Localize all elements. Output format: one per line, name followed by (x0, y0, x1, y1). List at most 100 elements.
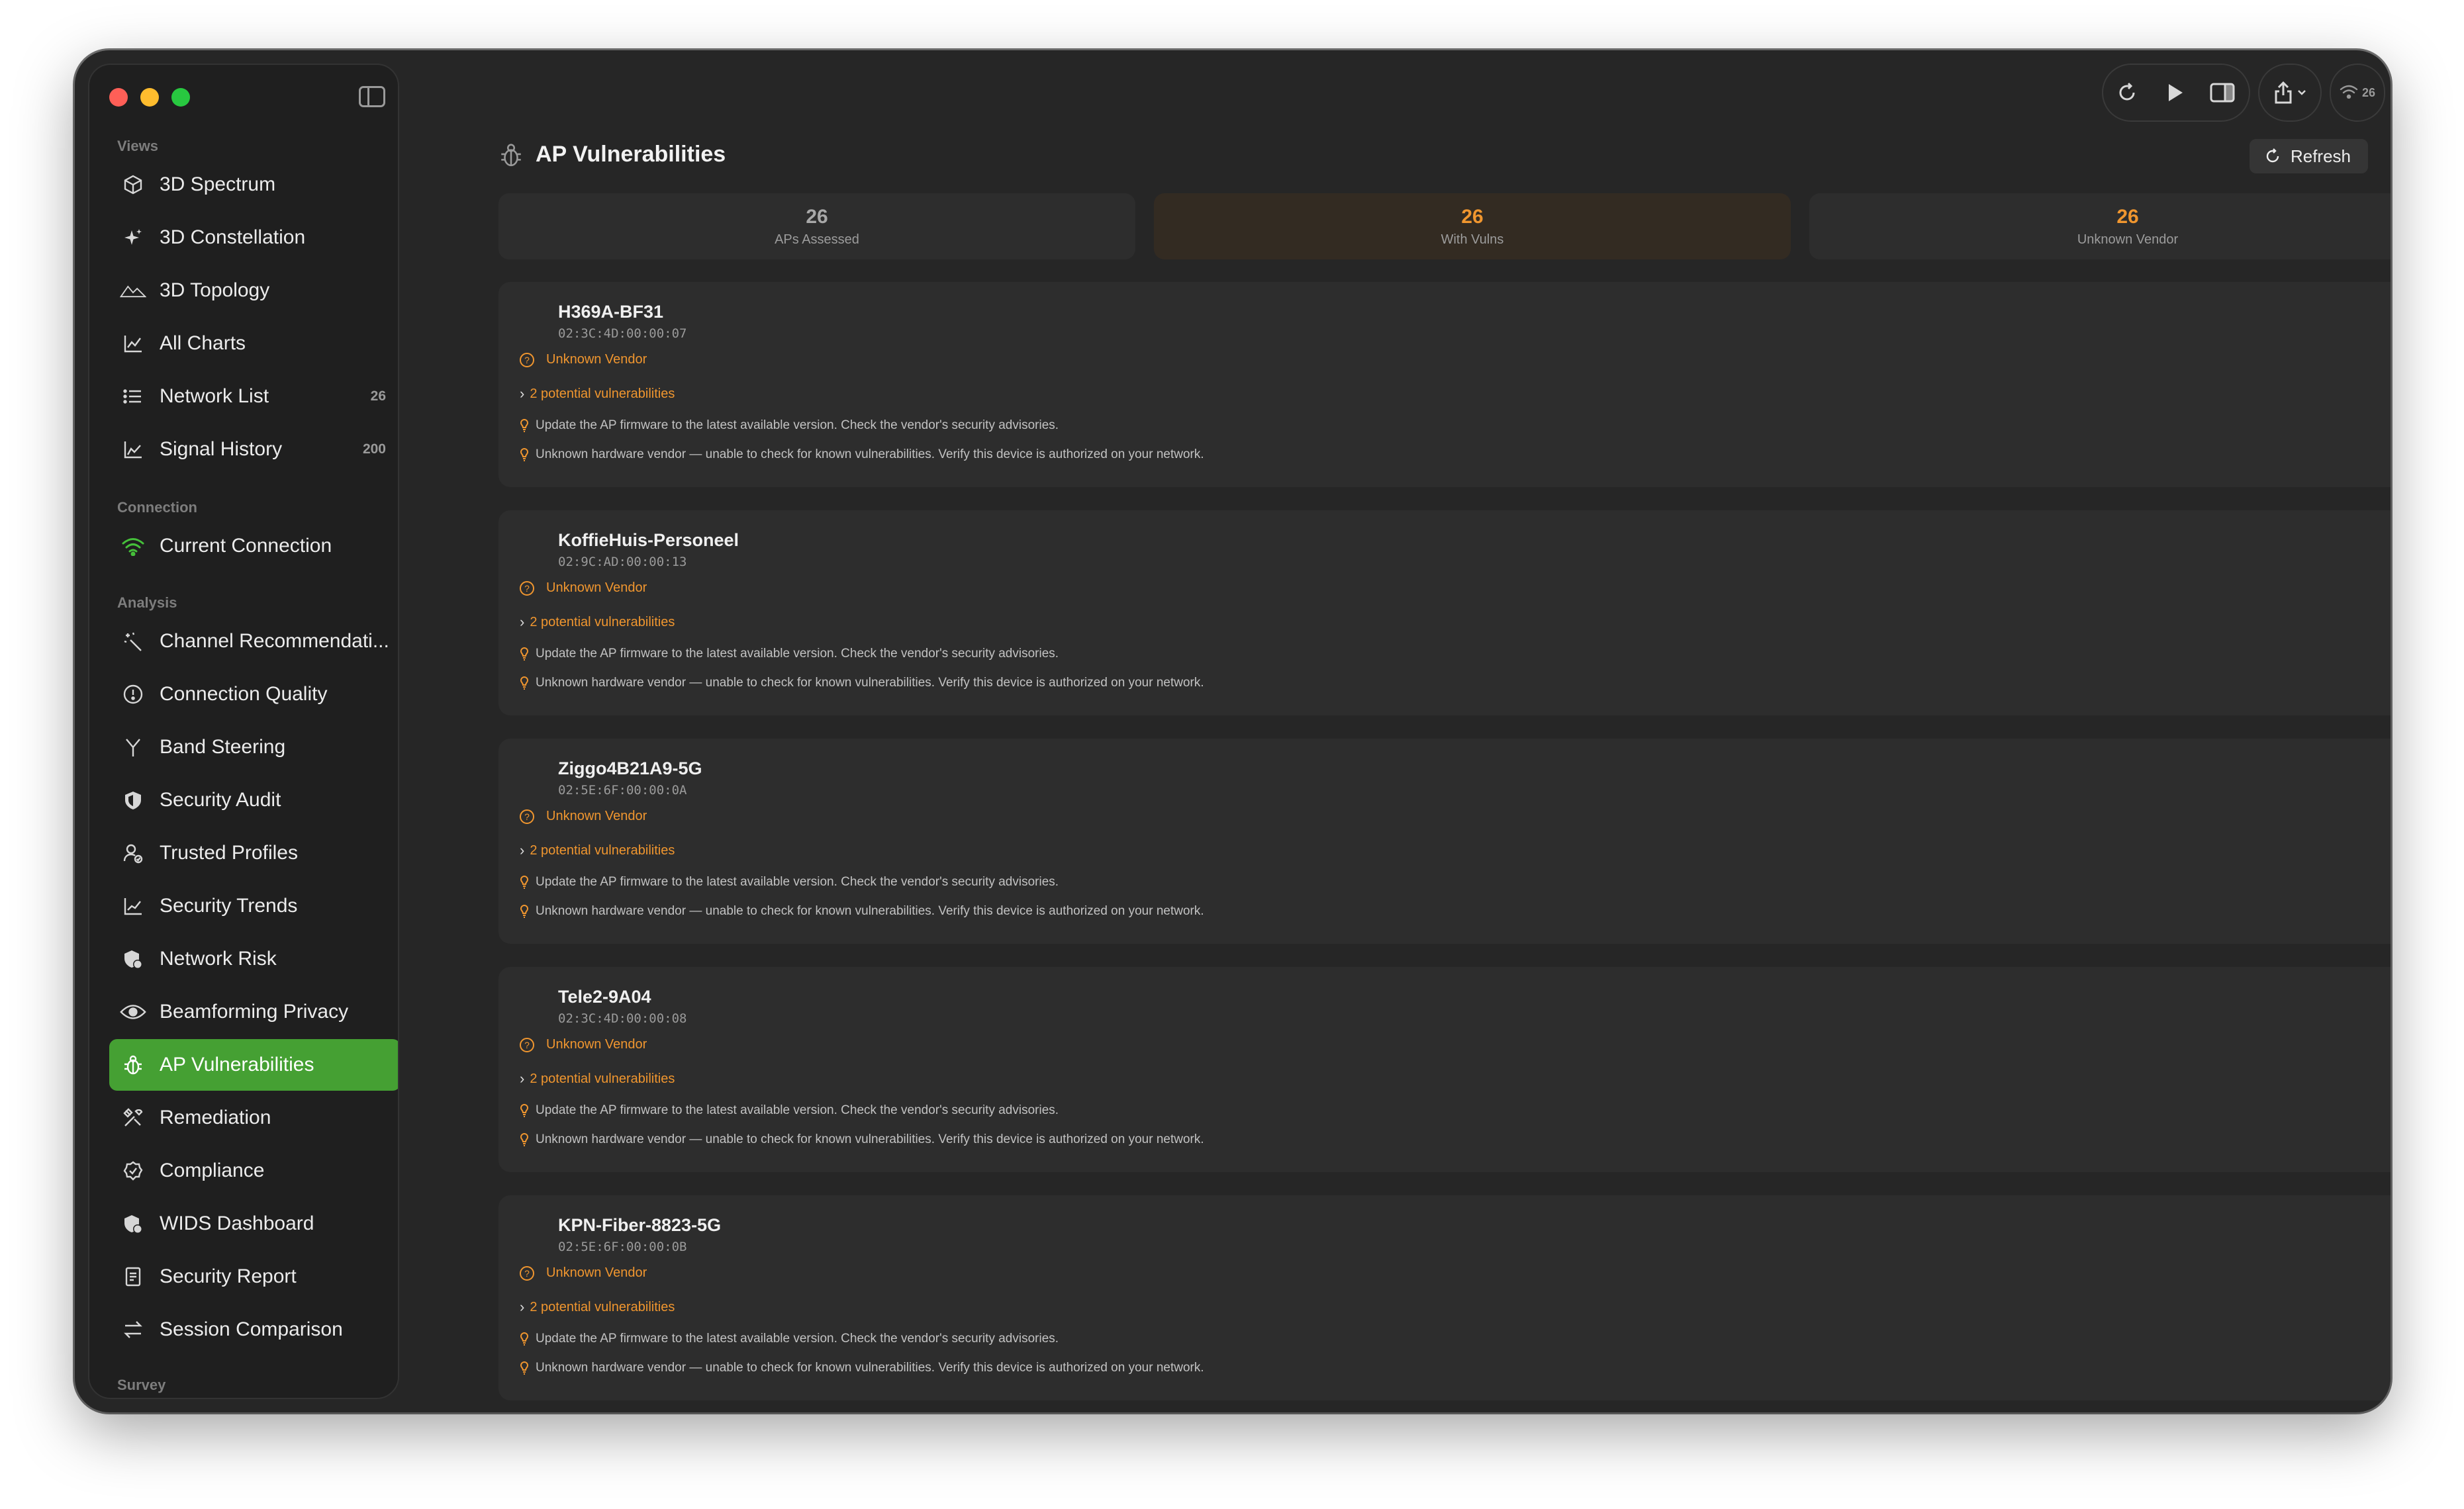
sidebar-item-label: Compliance (160, 1160, 265, 1181)
split-arrows-icon (120, 737, 146, 758)
app-window: Views 3D Spectrum 3D Constellation 3D To… (75, 50, 2391, 1412)
sidebar-toggle-icon[interactable] (359, 86, 385, 107)
sparkles-icon (120, 227, 146, 248)
vulnerabilities-disclosure[interactable]: › 2 potential vulnerabilities (520, 1299, 675, 1316)
network-count-badge: 26 (370, 389, 386, 404)
vulnerabilities-label: 2 potential vulnerabilities (530, 614, 675, 629)
sidebar-item-3d-topology[interactable]: 3D Topology (109, 265, 398, 316)
section-label-analysis: Analysis (117, 594, 177, 611)
sidebar-item-beamforming-privacy[interactable]: Beamforming Privacy (109, 986, 398, 1038)
ap-card: Ziggo4B21A9-5G 02:5E:6F:00:00:0A ? Unknow… (498, 739, 2391, 944)
question-icon: ? (520, 580, 534, 596)
minimize-window-button[interactable] (140, 88, 159, 107)
recommendation: Update the AP firmware to the latest ava… (520, 418, 1059, 433)
sidebar-item-remediation[interactable]: Remediation (109, 1092, 398, 1144)
sidebar-item-label: AP Vulnerabilities (160, 1054, 314, 1075)
lightbulb-icon (520, 1332, 529, 1346)
sidebar-item-all-charts[interactable]: All Charts (109, 318, 398, 369)
recommendation-text: Update the AP firmware to the latest ava… (536, 1103, 1059, 1117)
sidebar-item-security-audit[interactable]: Security Audit (109, 774, 398, 826)
stat-unknown-vendor: 26 Unknown Vendor (1809, 193, 2391, 259)
ap-mac-address: 02:9C:AD:00:00:13 (558, 555, 687, 569)
sidebar-item-network-list[interactable]: Network List 26 (109, 371, 398, 422)
lightbulb-icon (520, 418, 529, 433)
close-window-button[interactable] (109, 88, 128, 107)
sidebar: Views 3D Spectrum 3D Constellation 3D To… (88, 64, 399, 1399)
lightbulb-icon (520, 676, 529, 690)
window-controls (109, 88, 190, 107)
question-icon: ? (520, 352, 534, 367)
recommendation-text: Unknown hardware vendor — unable to chec… (536, 676, 1204, 690)
recommendation-text: Update the AP firmware to the latest ava… (536, 418, 1059, 432)
question-icon: ? (520, 1265, 534, 1281)
sidebar-item-label: Band Steering (160, 736, 286, 758)
sidebar-item-network-risk[interactable]: Network Risk (109, 933, 398, 985)
ap-card: KoffieHuis-Personeel 02:9C:AD:00:00:13 ?… (498, 510, 2391, 715)
trend-chart-icon (120, 895, 146, 917)
sidebar-item-label: WIDS Dashboard (160, 1212, 314, 1234)
section-label-views: Views (117, 138, 158, 154)
vendor-status: ? Unknown Vendor (520, 1037, 647, 1052)
vendor-status: ? Unknown Vendor (520, 1265, 647, 1281)
sidebar-item-compliance[interactable]: Compliance (109, 1145, 398, 1197)
lightbulb-icon (520, 1361, 529, 1375)
ladybug-icon (500, 142, 522, 167)
sidebar-item-connection-quality[interactable]: Connection Quality (109, 668, 398, 720)
stat-label: APs Assessed (775, 232, 859, 247)
sidebar-item-label: Remediation (160, 1107, 271, 1128)
sidebar-item-wids-dashboard[interactable]: WIDS Dashboard (109, 1198, 398, 1250)
sidebar-item-3d-spectrum[interactable]: 3D Spectrum (109, 159, 398, 210)
section-label-connection: Connection (117, 499, 197, 516)
sidebar-item-trusted-profiles[interactable]: Trusted Profiles (109, 827, 398, 879)
sidebar-item-label: Security Trends (160, 895, 298, 917)
sidebar-item-label: Connection Quality (160, 683, 328, 705)
sidebar-item-channel-recommendations[interactable]: Channel Recommendati... (109, 616, 398, 667)
vulnerabilities-label: 2 potential vulnerabilities (530, 386, 675, 401)
vendor-label: Unknown Vendor (546, 1037, 647, 1052)
tools-icon (120, 1107, 146, 1128)
vulnerabilities-disclosure[interactable]: › 2 potential vulnerabilities (520, 842, 675, 859)
ap-card: KPN-Fiber-8823-5G 02:5E:6F:00:00:0B ? Unk… (498, 1195, 2391, 1400)
sidebar-item-security-trends[interactable]: Security Trends (109, 880, 398, 932)
recommendation: Unknown hardware vendor — unable to chec… (520, 1361, 1204, 1375)
sidebar-item-band-steering[interactable]: Band Steering (109, 721, 398, 773)
shield-alert-icon (120, 948, 146, 970)
shield-person-icon (120, 1213, 146, 1234)
arrows-swap-icon (120, 1319, 146, 1340)
ladybug-icon (120, 1054, 146, 1075)
lightbulb-icon (520, 875, 529, 890)
sidebar-item-session-comparison[interactable]: Session Comparison (109, 1304, 398, 1355)
sidebar-item-ap-vulnerabilities[interactable]: AP Vulnerabilities (109, 1039, 398, 1091)
ap-mac-address: 02:3C:4D:00:00:08 (558, 1011, 687, 1026)
refresh-button[interactable]: Refresh (2249, 139, 2368, 173)
ap-mac-address: 02:3C:4D:00:00:07 (558, 326, 687, 341)
recommendation: Update the AP firmware to the latest ava… (520, 1103, 1059, 1118)
chevron-right-icon: › (520, 614, 525, 630)
sidebar-item-label: Channel Recommendati... (160, 630, 389, 652)
recommendation-text: Unknown hardware vendor — unable to chec… (536, 447, 1204, 461)
stat-value: 26 (806, 205, 828, 228)
sidebar-item-label: Session Comparison (160, 1318, 343, 1340)
vulnerabilities-disclosure[interactable]: › 2 potential vulnerabilities (520, 1070, 675, 1087)
stat-value: 26 (1461, 205, 1484, 228)
sidebar-item-security-report[interactable]: Security Report (109, 1251, 398, 1303)
sidebar-item-3d-constellation[interactable]: 3D Constellation (109, 212, 398, 263)
ap-mac-address: 02:5E:6F:00:00:0B (558, 1240, 687, 1254)
page-header: AP Vulnerabilities (500, 142, 726, 167)
sidebar-item-current-connection[interactable]: Current Connection (109, 520, 398, 572)
lightbulb-icon (520, 904, 529, 919)
vulnerabilities-label: 2 potential vulnerabilities (530, 843, 675, 858)
sidebar-item-label: Trusted Profiles (160, 842, 298, 864)
wifi-icon (120, 536, 146, 556)
sidebar-item-signal-history[interactable]: Signal History 200 (109, 424, 398, 475)
zoom-window-button[interactable] (171, 88, 190, 107)
sidebar-item-label: 3D Constellation (160, 226, 306, 248)
page-title: AP Vulnerabilities (536, 142, 726, 167)
chevron-right-icon: › (520, 385, 525, 402)
recommendation-text: Update the AP firmware to the latest ava… (536, 875, 1059, 889)
document-icon (120, 1266, 146, 1287)
vulnerabilities-disclosure[interactable]: › 2 potential vulnerabilities (520, 385, 675, 402)
sidebar-item-label: Beamforming Privacy (160, 1001, 349, 1023)
vulnerabilities-disclosure[interactable]: › 2 potential vulnerabilities (520, 614, 675, 631)
vendor-status: ? Unknown Vendor (520, 809, 647, 824)
